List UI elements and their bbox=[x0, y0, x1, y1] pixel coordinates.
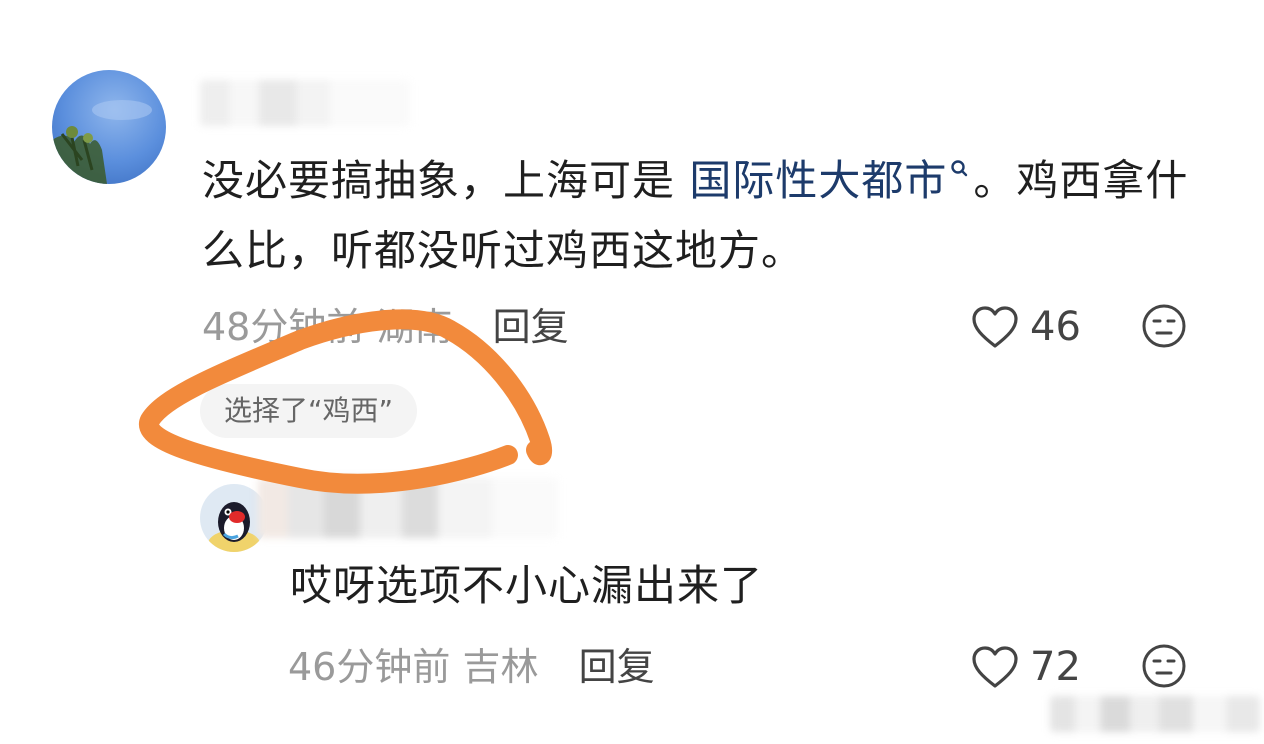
heart-outline-icon bbox=[972, 646, 1018, 688]
like-button[interactable] bbox=[970, 304, 1020, 354]
search-icon bbox=[947, 146, 973, 186]
commenter-avatar[interactable] bbox=[52, 70, 166, 184]
orange-circle-annotation bbox=[139, 309, 553, 494]
commenter-username-blurred[interactable] bbox=[200, 80, 410, 126]
like-count: 72 bbox=[1030, 644, 1081, 690]
topic-link[interactable]: 国际性大都市 bbox=[689, 156, 973, 205]
like-button[interactable] bbox=[970, 644, 1020, 694]
reply-button[interactable]: 回复 bbox=[493, 305, 569, 349]
emoji-reaction-button[interactable] bbox=[1140, 302, 1188, 354]
like-count: 46 bbox=[1030, 304, 1081, 350]
avatar-image bbox=[52, 70, 166, 184]
heart-outline-icon bbox=[972, 306, 1018, 348]
reply-location: 吉林 bbox=[462, 645, 539, 689]
emoji-reaction-button[interactable] bbox=[1140, 642, 1188, 694]
comment-meta: 48分钟前 湖南 回复 bbox=[202, 302, 569, 352]
emoji-icon bbox=[1142, 304, 1186, 348]
reply-button[interactable]: 回复 bbox=[579, 645, 655, 689]
watermark-blurred bbox=[1050, 696, 1260, 732]
comment-text: 没必要搞抽象，上海可是 国际性大都市 。鸡西拿什么比，听都没听过鸡西这地方。 bbox=[202, 146, 1212, 286]
comment-time: 48分钟前 bbox=[202, 305, 365, 349]
comment-text-part1: 没必要搞抽象，上海可是 bbox=[202, 156, 690, 205]
emoji-icon bbox=[1142, 644, 1186, 688]
choice-badge: 选择了“鸡西” bbox=[200, 384, 418, 438]
reply-meta: 46分钟前 吉林 回复 bbox=[288, 642, 655, 692]
replier-username-blurred[interactable] bbox=[258, 478, 558, 538]
reply-time: 46分钟前 bbox=[288, 645, 451, 689]
topic-link-label: 国际性大都市 bbox=[689, 156, 948, 205]
reply-text: 哎呀选项不小心漏出来了 bbox=[290, 561, 764, 610]
comment-location: 湖南 bbox=[376, 305, 453, 349]
